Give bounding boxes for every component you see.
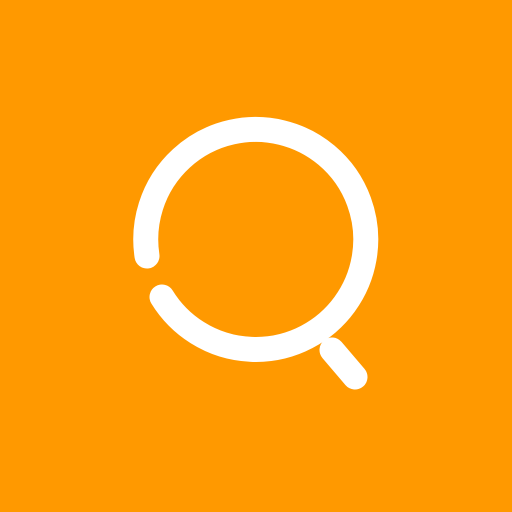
app-icon[interactable]: [0, 0, 512, 512]
search-icon-handle: [319, 337, 368, 390]
search-icon-ring: [133, 116, 379, 362]
search-icon: [133, 116, 379, 390]
